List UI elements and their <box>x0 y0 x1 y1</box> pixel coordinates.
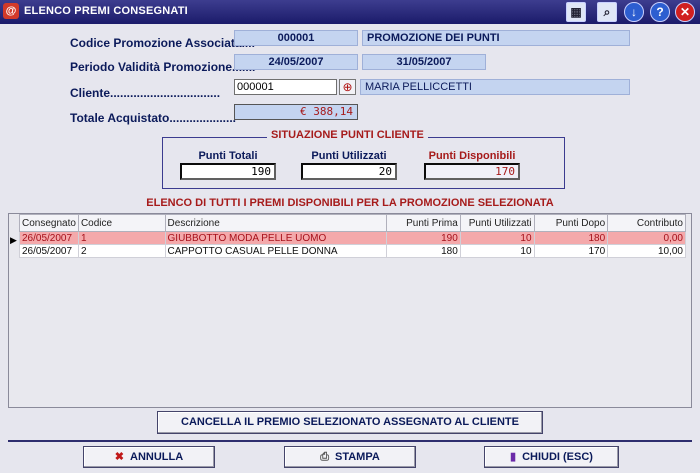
table-header-row: Consegnato Codice Descrizione Punti Prim… <box>19 214 686 232</box>
cell-punti-dopo: 180 <box>533 231 609 245</box>
cliente-label: Cliente................................. <box>70 86 221 100</box>
cancel-x-icon: ✖ <box>114 451 125 463</box>
cell-punti-dopo: 170 <box>533 244 609 258</box>
codice-label: Codice Promozione Associata.... <box>70 36 255 50</box>
periodo-end-field: 31/05/2007 <box>362 54 486 70</box>
cell-descrizione: GIUBBOTTO MODA PELLE UOMO <box>164 231 388 245</box>
annulla-button[interactable]: ✖ ANNULLA <box>83 446 215 468</box>
title-bar: @ ELENCO PREMI CONSEGNATI ▦ ⌕ ↓ ? ✕ <box>0 0 700 24</box>
stampa-button[interactable]: ⎙ STAMPA <box>284 446 416 468</box>
column-header[interactable]: Punti Utilizzati <box>459 214 535 232</box>
periodo-start-field: 24/05/2007 <box>234 54 358 70</box>
calculator-icon[interactable]: ▦ <box>566 2 586 22</box>
magnifier-icon: ⊕ <box>342 80 353 94</box>
punti-utilizzati-label: Punti Utilizzati <box>311 150 387 162</box>
premi-list-title: ELENCO DI TUTTI I PREMI DISPONIBILI PER … <box>146 197 554 209</box>
cell-descrizione: CAPPOTTO CASUAL PELLE DONNA <box>164 244 388 258</box>
cell-contributo: 0,00 <box>607 231 686 245</box>
totale-acquistato-field: € 388,14 <box>234 104 358 120</box>
printer-icon: ⎙ <box>320 451 329 463</box>
app-logo-icon: @ <box>3 3 19 19</box>
promozione-name-field: PROMOZIONE DEI PUNTI <box>362 30 630 46</box>
punti-totali-label: Punti Totali <box>198 150 258 162</box>
cell-punti-prima: 180 <box>386 244 461 258</box>
points-group-title: SITUAZIONE PUNTI CLIENTE <box>267 129 428 141</box>
stampa-label: STAMPA <box>335 451 380 463</box>
search-icon[interactable]: ⌕ <box>597 2 617 22</box>
cliente-code-input[interactable]: 000001 <box>234 79 337 95</box>
cliente-name-field: MARIA PELLICCETTI <box>360 79 630 95</box>
search-cliente-button[interactable]: ⊕ <box>339 79 356 95</box>
column-header[interactable]: Contributo <box>607 214 686 232</box>
window-title: ELENCO PREMI CONSEGNATI <box>24 5 188 17</box>
cancella-premio-button[interactable]: CANCELLA IL PREMIO SELEZIONATO ASSEGNATO… <box>157 411 543 434</box>
column-header[interactable]: Descrizione <box>164 214 388 232</box>
table-row[interactable]: 26/05/2007 1 GIUBBOTTO MODA PELLE UOMO 1… <box>19 231 686 245</box>
punti-totali-value: 190 <box>180 163 276 180</box>
punti-disponibili-value: 170 <box>424 163 520 180</box>
cell-codice: 2 <box>77 244 166 258</box>
chiudi-label: CHIUDI (ESC) <box>522 451 593 463</box>
cell-punti-utilizzati: 10 <box>459 231 535 245</box>
close-icon[interactable]: ✕ <box>675 2 695 22</box>
cell-contributo: 10,00 <box>607 244 686 258</box>
download-icon[interactable]: ↓ <box>624 2 644 22</box>
row-selector-icon: ▶ <box>10 235 17 245</box>
totale-label: Totale Acquistato.................... <box>70 111 237 125</box>
footer-divider <box>8 440 692 442</box>
cell-punti-utilizzati: 10 <box>459 244 535 258</box>
exit-door-icon: ▮ <box>510 451 517 463</box>
cell-punti-prima: 190 <box>386 231 461 245</box>
punti-disponibili-label: Punti Disponibili <box>428 150 516 162</box>
column-header[interactable]: Punti Dopo <box>533 214 609 232</box>
chiudi-button[interactable]: ▮ CHIUDI (ESC) <box>484 446 619 468</box>
column-header[interactable]: Punti Prima <box>386 214 461 232</box>
codice-promozione-field: 000001 <box>234 30 358 46</box>
cell-consegnato: 26/05/2007 <box>19 244 79 258</box>
column-header[interactable]: Codice <box>77 214 166 232</box>
punti-utilizzati-value: 20 <box>301 163 397 180</box>
premi-table: Consegnato Codice Descrizione Punti Prim… <box>19 214 686 258</box>
help-icon[interactable]: ? <box>650 2 670 22</box>
premi-table-container[interactable]: ▶ Consegnato Codice Descrizione Punti Pr… <box>8 213 692 408</box>
table-row[interactable]: 26/05/2007 2 CAPPOTTO CASUAL PELLE DONNA… <box>19 244 686 258</box>
cell-consegnato: 26/05/2007 <box>19 231 79 245</box>
annulla-label: ANNULLA <box>130 451 184 463</box>
periodo-label: Periodo Validità Promozione....... <box>70 60 256 74</box>
column-header[interactable]: Consegnato <box>19 214 79 232</box>
cell-codice: 1 <box>77 231 166 245</box>
